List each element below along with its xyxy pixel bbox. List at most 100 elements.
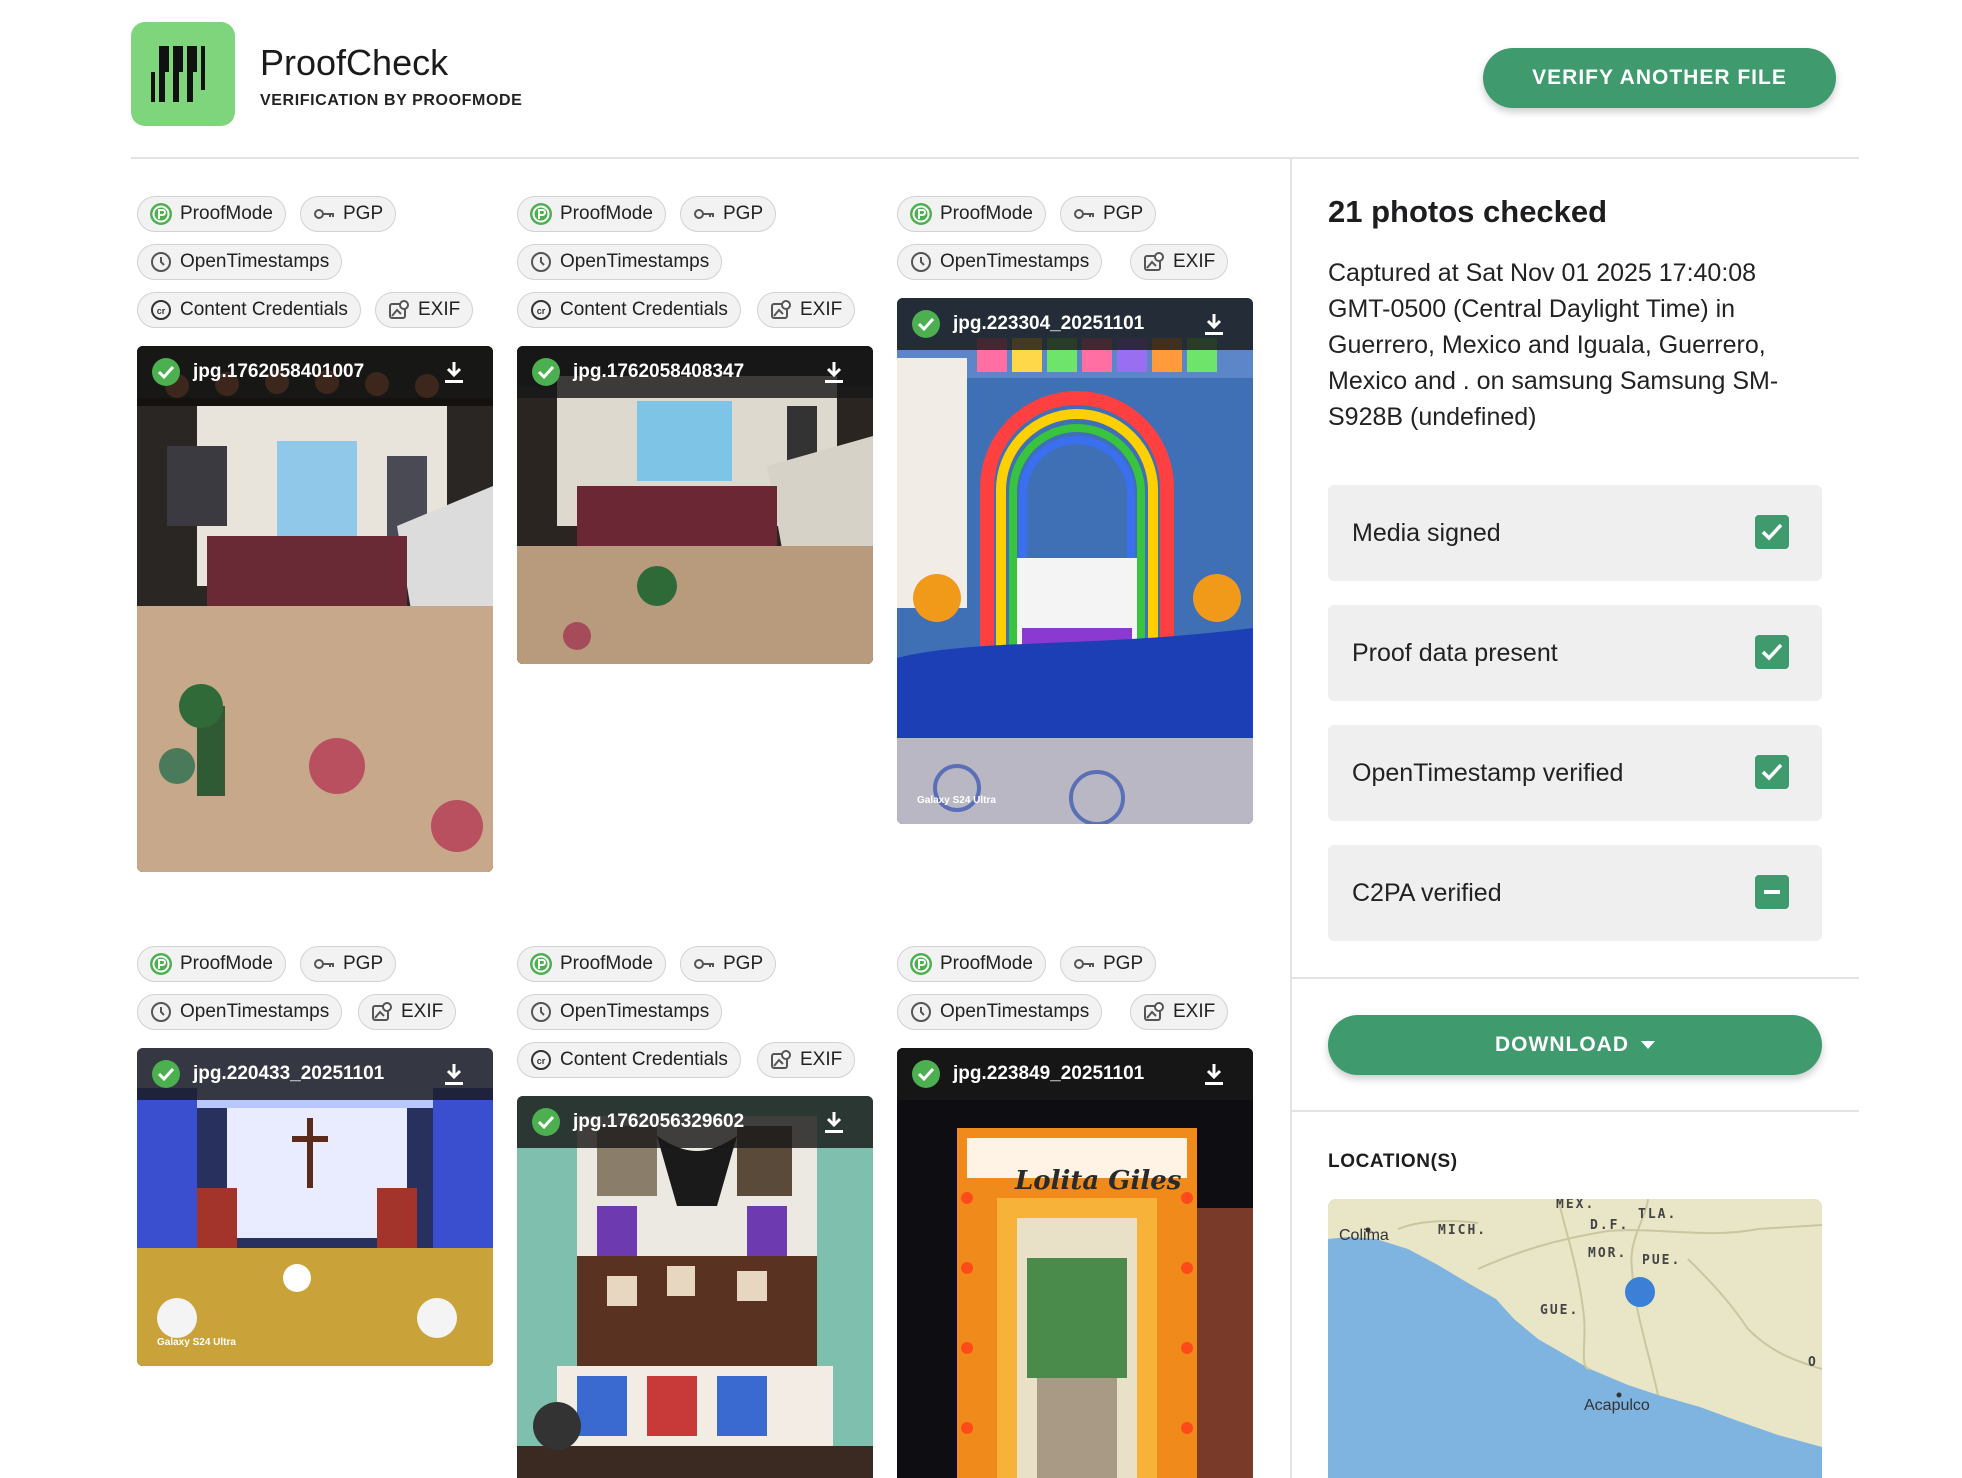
chip-label: Content Credentials (560, 1049, 728, 1070)
chip-proofmode[interactable]: ProofMode (517, 196, 666, 232)
map-label: MEX. (1556, 1199, 1596, 1212)
indeterminate-checkbox-icon (1755, 875, 1789, 909)
download-icon[interactable] (821, 359, 847, 385)
sidebar-divider-1 (1292, 977, 1859, 979)
photo-watermark: Galaxy S24 Ultra (917, 795, 996, 806)
chip-opentimestamps[interactable]: OpenTimestamps (137, 244, 343, 280)
chip-pgp[interactable]: PGP (1060, 196, 1157, 232)
map-label: MOR. (1588, 1246, 1628, 1261)
image-metadata-icon (1141, 999, 1167, 1025)
chip-opentimestamps[interactable]: OpenTimestamps (897, 244, 1103, 280)
checked-checkbox-icon (1755, 515, 1789, 549)
chip-label: OpenTimestamps (560, 251, 710, 272)
download-icon[interactable] (821, 1109, 847, 1135)
chip-pgp[interactable]: PGP (680, 946, 777, 982)
checked-checkbox-icon (1755, 635, 1789, 669)
chip-label: OpenTimestamps (180, 251, 330, 272)
map-city: Acapulco (1584, 1397, 1650, 1414)
photo-thumbnail[interactable]: jpg.220433_20251101 Galaxy S24 Ultra (137, 1048, 493, 1366)
verified-check-icon (151, 1059, 181, 1089)
check-media-signed: Media signed (1328, 485, 1822, 581)
photo-title-bar: jpg.223849_20251101 (897, 1048, 1253, 1100)
key-icon (691, 201, 717, 227)
chip-label: ProofMode (940, 203, 1033, 224)
chip-exif[interactable]: EXIF (757, 1042, 856, 1078)
download-icon[interactable] (441, 1061, 467, 1087)
chip-proofmode[interactable]: ProofMode (897, 946, 1046, 982)
clock-icon (528, 249, 554, 275)
clock-icon (528, 999, 554, 1025)
check-label: Media signed (1352, 518, 1501, 547)
chip-exif[interactable]: EXIF (757, 292, 856, 328)
map-label: PUE. (1642, 1253, 1682, 1268)
proofmode-icon (148, 201, 174, 227)
chip-exif[interactable]: EXIF (1130, 244, 1229, 280)
proofcheck-logo (131, 22, 235, 126)
photo-thumbnail[interactable]: jpg.1762058408347 (517, 346, 873, 664)
photo-title-bar: jpg.1762056329602 (517, 1096, 873, 1148)
image-metadata-icon (369, 999, 395, 1025)
map-label: TLA. (1638, 1207, 1678, 1222)
photo-title-bar: jpg.1762058408347 (517, 346, 873, 398)
chip-content-credentials[interactable]: cr Content Credentials (517, 292, 741, 328)
chip-pgp[interactable]: PGP (300, 946, 397, 982)
chip-proofmode[interactable]: ProofMode (517, 946, 666, 982)
photo-thumbnail[interactable]: jpg.1762058401007 (137, 346, 493, 872)
summary-text: Captured at Sat Nov 01 2025 17:40:08 GMT… (1328, 259, 1779, 431)
photo-thumbnail[interactable]: jpg.223849_20251101 Lolita Giles (897, 1048, 1253, 1478)
check-label: C2PA verified (1352, 878, 1502, 907)
verified-check-icon (911, 309, 941, 339)
chip-label: EXIF (1173, 1001, 1216, 1022)
download-icon[interactable] (441, 359, 467, 385)
app-title: ProofCheck (260, 42, 449, 83)
svg-text:cr: cr (537, 1056, 546, 1066)
chip-opentimestamps[interactable]: OpenTimestamps (137, 994, 343, 1030)
photo-title-bar: jpg.223304_20251101 (897, 298, 1253, 350)
check-proof-data-present: Proof data present (1328, 605, 1822, 701)
chip-exif[interactable]: EXIF (358, 994, 457, 1030)
photo-filename: jpg.220433_20251101 (193, 1063, 385, 1084)
chip-exif[interactable]: EXIF (375, 292, 474, 328)
chip-label: EXIF (1173, 251, 1216, 272)
key-icon (691, 951, 717, 977)
chip-label: OpenTimestamps (180, 1001, 330, 1022)
chip-label: ProofMode (180, 953, 273, 974)
download-icon[interactable] (1201, 311, 1227, 337)
chip-label: PGP (723, 203, 764, 224)
chip-label: ProofMode (180, 203, 273, 224)
download-icon[interactable] (1201, 1061, 1227, 1087)
proofmode-icon (528, 201, 554, 227)
chip-proofmode[interactable]: ProofMode (897, 196, 1046, 232)
chip-label: PGP (1103, 953, 1144, 974)
chip-label: ProofMode (560, 203, 653, 224)
chip-opentimestamps[interactable]: OpenTimestamps (897, 994, 1103, 1030)
check-label: Proof data present (1352, 638, 1558, 667)
sidebar-divider-2 (1292, 1110, 1859, 1112)
clock-icon (908, 249, 934, 275)
chip-proofmode[interactable]: ProofMode (137, 196, 286, 232)
download-button[interactable]: DOWNLOAD (1328, 1015, 1822, 1075)
chip-pgp[interactable]: PGP (680, 196, 777, 232)
chip-label: Content Credentials (180, 299, 348, 320)
location-map[interactable]: MEX. TLA. MICH. D.F. MOR. PUE. GUE. O Co… (1328, 1199, 1822, 1478)
chip-pgp[interactable]: PGP (300, 196, 397, 232)
image-metadata-icon (1141, 249, 1167, 275)
photo-thumbnail[interactable]: jpg.1762056329602 (517, 1096, 873, 1478)
clock-icon (148, 249, 174, 275)
chip-label: ProofMode (560, 953, 653, 974)
photo-image (897, 298, 1253, 824)
chip-label: PGP (723, 953, 764, 974)
chip-proofmode[interactable]: ProofMode (137, 946, 286, 982)
photo-watermark: Galaxy S24 Ultra (157, 1337, 236, 1348)
chip-content-credentials[interactable]: cr Content Credentials (517, 1042, 741, 1078)
chip-label: PGP (343, 203, 384, 224)
key-icon (311, 201, 337, 227)
chip-exif[interactable]: EXIF (1130, 994, 1229, 1030)
chip-opentimestamps[interactable]: OpenTimestamps (517, 994, 723, 1030)
verify-another-file-button[interactable]: VERIFY ANOTHER FILE (1483, 48, 1836, 108)
chip-content-credentials[interactable]: cr Content Credentials (137, 292, 361, 328)
photo-thumbnail[interactable]: jpg.223304_20251101 Galaxy S24 Ultra (897, 298, 1253, 824)
photo-filename: jpg.1762058401007 (193, 361, 365, 382)
chip-pgp[interactable]: PGP (1060, 946, 1157, 982)
chip-opentimestamps[interactable]: OpenTimestamps (517, 244, 723, 280)
